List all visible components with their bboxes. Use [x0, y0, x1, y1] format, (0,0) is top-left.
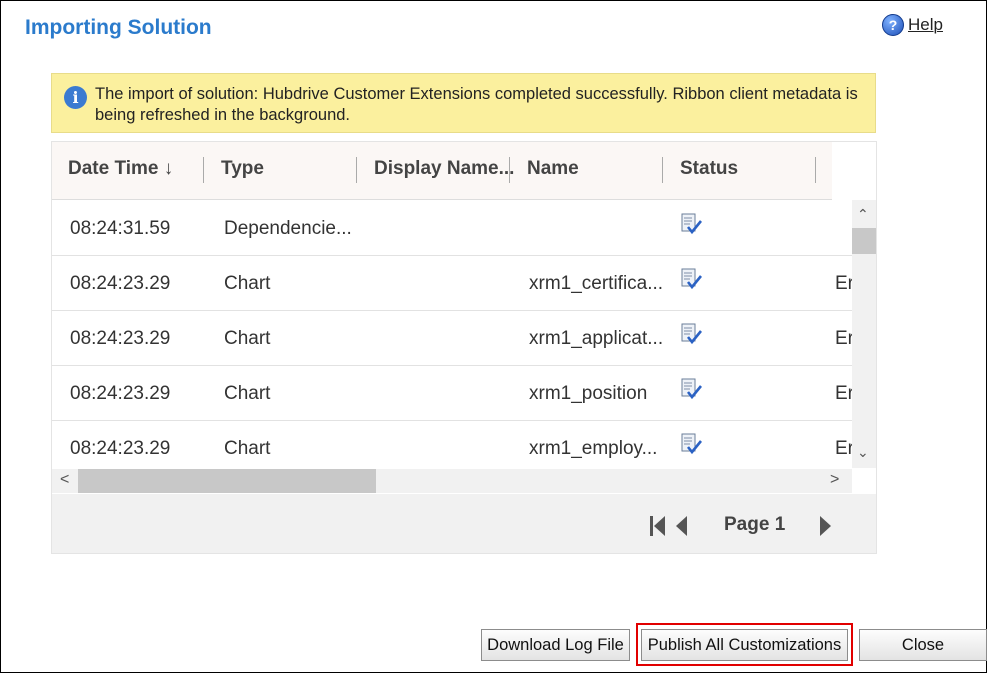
column-separator[interactable] [509, 157, 510, 183]
column-header-status[interactable]: Status [680, 158, 738, 180]
cell-datetime: 08:24:23.29 [70, 438, 171, 459]
table-row[interactable]: 08:24:23.29 Chart xrm1_applicat... Er [52, 310, 852, 366]
import-log-grid: Date Time ↓ Type Display Name... Name St… [51, 141, 877, 554]
completed-check-icon [681, 213, 702, 235]
cell-type: Chart [224, 383, 271, 404]
close-button[interactable]: Close [859, 629, 987, 661]
completed-check-icon [681, 268, 702, 290]
column-separator[interactable] [203, 157, 204, 183]
cell-type: Chart [224, 328, 271, 349]
cell-name: xrm1_position [529, 383, 648, 404]
help-label: Help [908, 15, 943, 34]
cell-datetime: 08:24:23.29 [70, 328, 171, 349]
help-link[interactable]: ? Help [882, 14, 943, 36]
cell-type: Chart [224, 273, 271, 294]
first-page-icon[interactable] [650, 516, 666, 536]
scroll-right-icon[interactable]: > [830, 471, 839, 489]
cell-datetime: 08:24:31.59 [70, 218, 171, 239]
vertical-scroll-thumb[interactable] [852, 228, 876, 254]
column-header-type[interactable]: Type [221, 158, 264, 180]
completed-check-icon [681, 433, 702, 455]
dialog-title: Importing Solution [25, 16, 212, 39]
download-log-file-button[interactable]: Download Log File [481, 629, 630, 661]
completed-check-icon [681, 378, 702, 400]
cell-datetime: 08:24:23.29 [70, 383, 171, 404]
banner-message: The import of solution: Hubdrive Custome… [95, 85, 858, 124]
horizontal-scroll-thumb[interactable] [78, 469, 376, 493]
cell-datetime: 08:24:23.29 [70, 273, 171, 294]
notification-banner: i The import of solution: Hubdrive Custo… [51, 73, 876, 133]
cell-name: xrm1_applicat... [529, 328, 664, 349]
column-header-datetime[interactable]: Date Time ↓ [68, 158, 173, 180]
cell-name: xrm1_employ... [529, 438, 658, 459]
vertical-scrollbar[interactable]: ⌃ ⌄ [852, 200, 876, 468]
pager: Page 1 [52, 494, 876, 553]
scroll-left-icon[interactable]: < [60, 471, 69, 489]
column-separator[interactable] [815, 157, 816, 183]
completed-check-icon [681, 323, 702, 345]
column-header-name[interactable]: Name [527, 158, 579, 180]
column-header-display-name[interactable]: Display Name... [374, 158, 514, 180]
table-row[interactable]: 08:24:23.29 Chart xrm1_certifica... Er [52, 255, 852, 311]
table-row[interactable]: 08:24:31.59 Dependencie... [52, 200, 852, 256]
table-row[interactable]: 08:24:23.29 Chart xrm1_employ... Er [52, 420, 852, 468]
next-page-icon[interactable] [820, 516, 832, 536]
cell-type: Chart [224, 438, 271, 459]
scroll-down-icon[interactable]: ⌄ [857, 444, 869, 461]
cell-overflow: Er [835, 438, 852, 459]
question-help-icon: ? [882, 14, 904, 36]
info-icon: i [64, 86, 87, 109]
grid-rows: 08:24:31.59 Dependencie... 08:24:23.29 C… [52, 200, 852, 468]
cell-overflow: Er [835, 383, 852, 404]
cell-overflow: Er [835, 328, 852, 349]
cell-overflow: Er [835, 273, 852, 294]
table-row[interactable]: 08:24:23.29 Chart xrm1_position Er [52, 365, 852, 421]
page-indicator: Page 1 [724, 514, 786, 535]
column-separator[interactable] [356, 157, 357, 183]
sort-descending-icon: ↓ [163, 158, 174, 179]
scroll-up-icon[interactable]: ⌃ [857, 206, 869, 223]
column-separator[interactable] [662, 157, 663, 183]
cell-name: xrm1_certifica... [529, 273, 664, 294]
horizontal-scrollbar[interactable]: < > [52, 469, 852, 493]
previous-page-icon[interactable] [676, 516, 688, 536]
cell-type: Dependencie... [224, 218, 352, 239]
publish-all-customizations-button[interactable]: Publish All Customizations [641, 629, 848, 661]
grid-header: Date Time ↓ Type Display Name... Name St… [52, 142, 832, 200]
